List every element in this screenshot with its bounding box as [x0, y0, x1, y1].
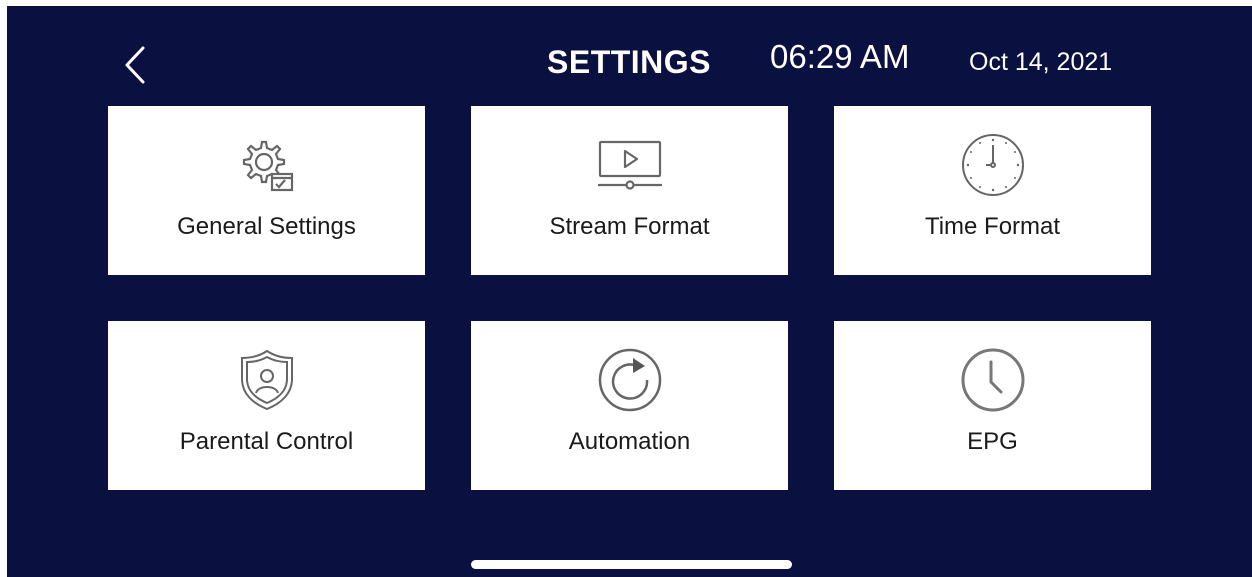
home-indicator[interactable]: [471, 560, 792, 569]
clock-time: 06:29 AM: [770, 38, 910, 75]
back-button[interactable]: [115, 40, 155, 90]
tile-label: Time Format: [924, 213, 1061, 240]
tile-epg[interactable]: EPG: [834, 321, 1151, 490]
tile-label: Stream Format: [549, 213, 710, 240]
video-player-icon: [597, 140, 662, 190]
clock-icon: [961, 348, 1024, 412]
clock-face-icon: [961, 134, 1024, 196]
gear-settings-icon: [242, 140, 293, 192]
tile-stream-format[interactable]: Stream Format: [471, 106, 788, 275]
tile-general-settings[interactable]: General Settings: [108, 106, 425, 275]
tile-label: Parental Control: [179, 428, 354, 455]
settings-screen: SETTINGS 06:29 AM Oct 14, 2021 General S…: [7, 6, 1252, 577]
page-title: SETTINGS: [547, 44, 712, 80]
tile-label: Automation: [568, 428, 691, 455]
tile-parental-control[interactable]: Parental Control: [108, 321, 425, 490]
current-date: Oct 14, 2021: [969, 48, 1113, 76]
chevron-left-icon: [125, 46, 145, 84]
shield-user-icon: [240, 349, 293, 411]
refresh-arrow-icon: [598, 348, 661, 412]
tile-time-format[interactable]: Time Format: [834, 106, 1151, 275]
tile-label: EPG: [967, 428, 1018, 455]
tile-label: General Settings: [177, 213, 356, 240]
tile-automation[interactable]: Automation: [471, 321, 788, 490]
